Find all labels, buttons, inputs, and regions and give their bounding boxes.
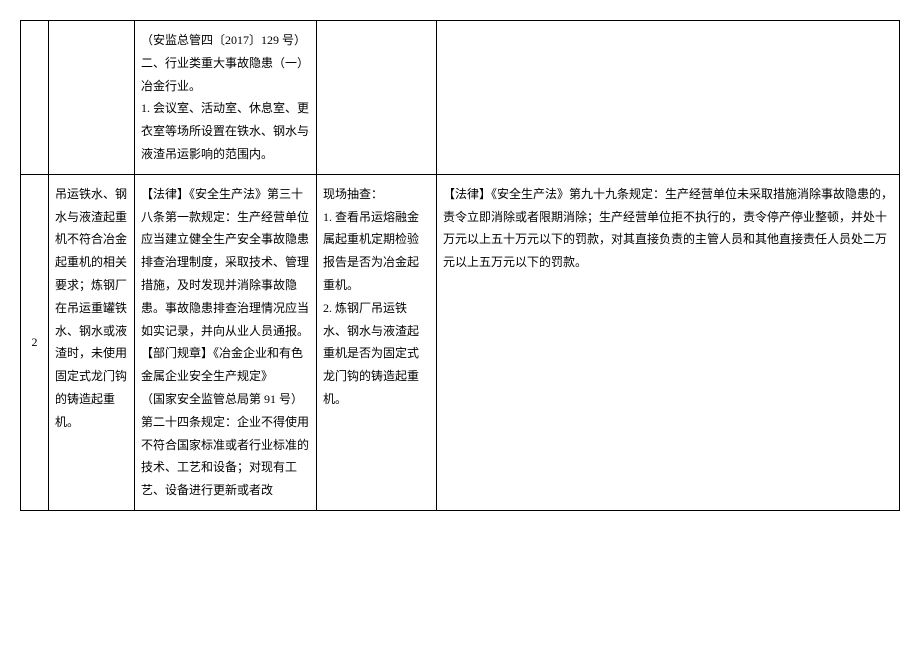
- row-title-cell: [49, 21, 135, 175]
- table-row: 2 吊运铁水、钢水与液渣起重机不符合冶金起重机的相关要求；炼钢厂在吊运重罐铁水、…: [21, 174, 900, 510]
- table-row: （安监总管四〔2017〕129 号） 二、行业类重大事故隐患（一）冶金行业。 1…: [21, 21, 900, 175]
- row-basis-cell: （安监总管四〔2017〕129 号） 二、行业类重大事故隐患（一）冶金行业。 1…: [135, 21, 317, 175]
- row-law-cell: [437, 21, 900, 175]
- regulation-table: （安监总管四〔2017〕129 号） 二、行业类重大事故隐患（一）冶金行业。 1…: [20, 20, 900, 511]
- row-check-cell: 现场抽查： 1. 查看吊运熔融金属起重机定期检验报告是否为冶金起重机。 2. 炼…: [317, 174, 437, 510]
- row-basis-cell: 【法律】《安全生产法》第三十八条第一款规定：生产经营单位应当建立健全生产安全事故…: [135, 174, 317, 510]
- row-number-cell: [21, 21, 49, 175]
- row-law-cell: 【法律】《安全生产法》第九十九条规定：生产经营单位未采取措施消除事故隐患的，责令…: [437, 174, 900, 510]
- row-title-cell: 吊运铁水、钢水与液渣起重机不符合冶金起重机的相关要求；炼钢厂在吊运重罐铁水、钢水…: [49, 174, 135, 510]
- row-number-cell: 2: [21, 174, 49, 510]
- row-check-cell: [317, 21, 437, 175]
